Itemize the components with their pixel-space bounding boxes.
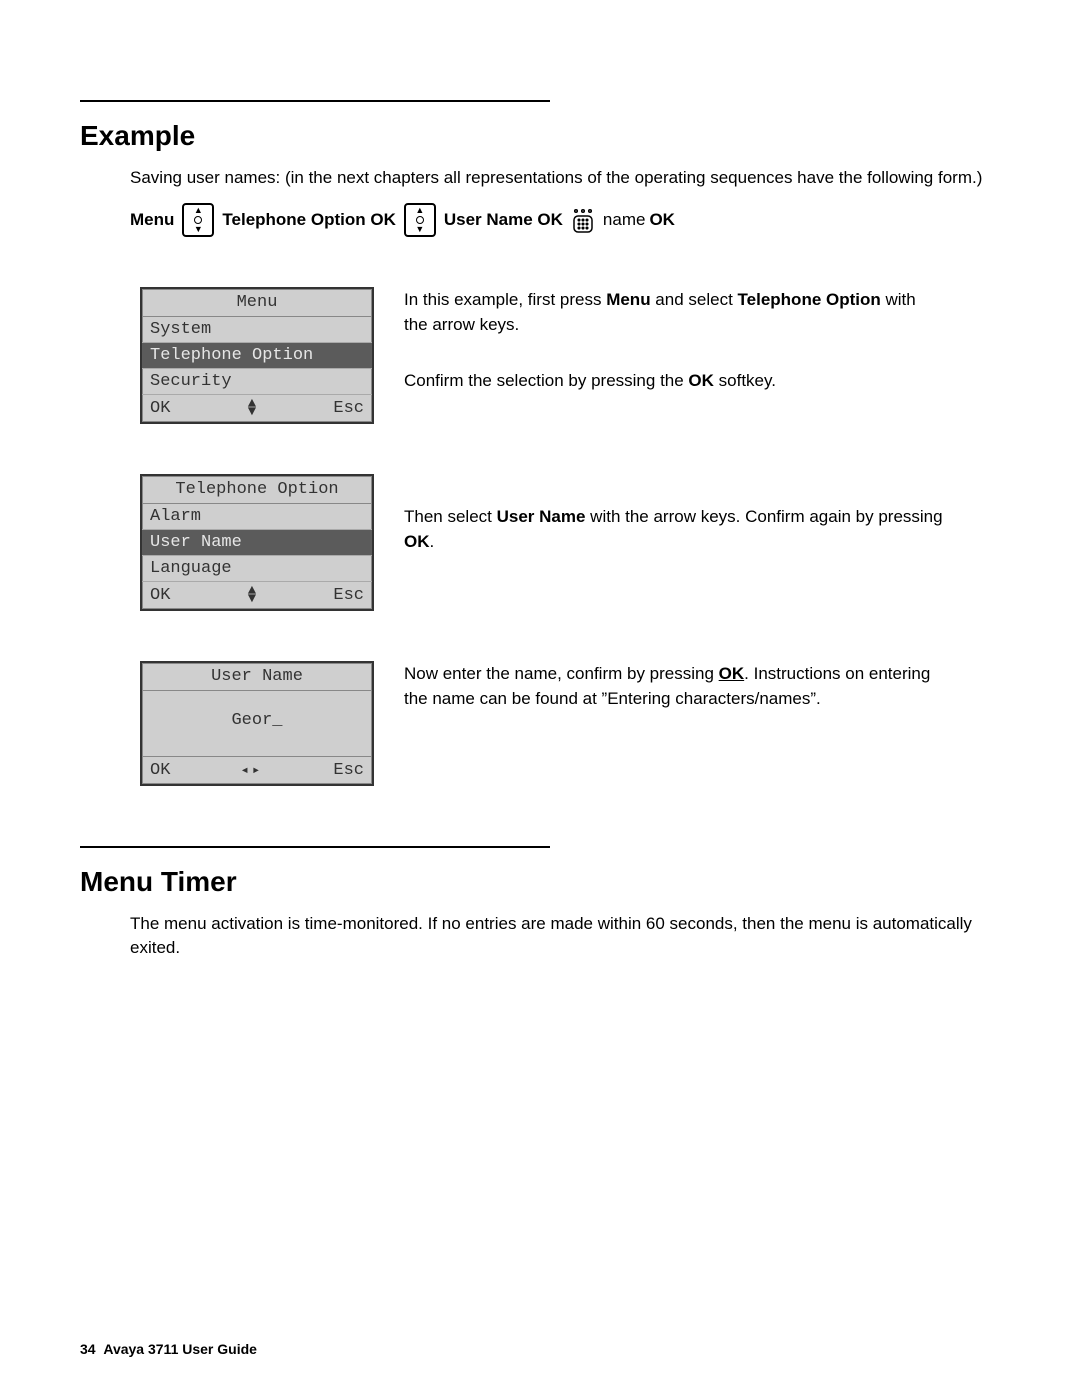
seq-username-ok: User Name OK xyxy=(444,210,563,230)
lcd-item: System xyxy=(142,317,372,343)
section-rule xyxy=(80,846,550,848)
text: with the arrow keys. Confirm again by pr… xyxy=(585,507,942,526)
text-bold: OK xyxy=(688,371,714,390)
text: . xyxy=(430,532,435,551)
text: softkey. xyxy=(714,371,776,390)
arrow-nav-icon: ▲▼ xyxy=(182,203,214,237)
text-bold: OK xyxy=(404,532,430,551)
lcd-screen-menu: Menu System Telephone Option Security OK… xyxy=(140,287,374,424)
lcd-screen-teloption: Telephone Option Alarm User Name Languag… xyxy=(140,474,374,611)
text-bold: Telephone Option xyxy=(738,290,881,309)
seq-name-plain: name xyxy=(603,210,646,230)
lcd-screen-username: User Name Geor_ OK ◂▸ Esc xyxy=(140,661,374,786)
explain-block-2: Then select User Name with the arrow key… xyxy=(404,474,944,555)
softkey-left: OK xyxy=(150,761,170,780)
lcd-input-value: Geor_ xyxy=(142,691,372,757)
lcd-item-selected: Telephone Option xyxy=(142,343,372,369)
section-rule xyxy=(80,100,550,102)
softkey-center-updown-icon: ▲▼ xyxy=(248,400,256,417)
arrow-nav-icon: ▲▼ xyxy=(404,203,436,237)
seq-teloption-ok: Telephone Option OK xyxy=(222,210,395,230)
lcd-item-selected: User Name xyxy=(142,530,372,556)
keypad-icon xyxy=(571,207,595,233)
softkey-left: OK xyxy=(150,586,170,605)
operating-sequence: Menu ▲▼ Telephone Option OK ▲▼ User Name… xyxy=(80,203,1000,237)
footer-pagenum: 34 xyxy=(80,1341,96,1357)
seq-final-ok: OK xyxy=(649,210,675,230)
text: Now enter the name, confirm by pressing xyxy=(404,664,719,683)
heading-menutimer: Menu Timer xyxy=(80,866,1000,898)
lcd-title: User Name xyxy=(142,663,372,691)
text: and select xyxy=(651,290,738,309)
softkey-left: OK xyxy=(150,399,170,418)
seq-menu: Menu xyxy=(130,210,174,230)
lcd-title: Telephone Option xyxy=(142,476,372,504)
text: In this example, first press xyxy=(404,290,606,309)
text-bold-underline: OK xyxy=(719,664,745,683)
explain-block-3: Now enter the name, confirm by pressing … xyxy=(404,661,944,712)
explain-block-1: In this example, first press Menu and se… xyxy=(404,287,944,394)
page-footer: 34 Avaya 3711 User Guide xyxy=(80,1341,257,1357)
lcd-item: Security xyxy=(142,369,372,395)
text: Then select xyxy=(404,507,497,526)
softkey-right: Esc xyxy=(333,761,364,780)
menutimer-body: The menu activation is time-monitored. I… xyxy=(80,912,1000,961)
softkey-right: Esc xyxy=(333,399,364,418)
text-bold: User Name xyxy=(497,507,586,526)
footer-title: Avaya 3711 User Guide xyxy=(103,1341,257,1357)
text-bold: Menu xyxy=(606,290,650,309)
softkey-center-updown-icon: ▲▼ xyxy=(248,587,256,604)
lcd-item: Language xyxy=(142,556,372,582)
example-intro: Saving user names: (in the next chapters… xyxy=(80,166,1000,191)
text: Confirm the selection by pressing the xyxy=(404,371,688,390)
softkey-center-leftright-icon: ◂▸ xyxy=(240,762,263,779)
lcd-title: Menu xyxy=(142,289,372,317)
heading-example: Example xyxy=(80,120,1000,152)
lcd-item: Alarm xyxy=(142,504,372,530)
softkey-right: Esc xyxy=(333,586,364,605)
